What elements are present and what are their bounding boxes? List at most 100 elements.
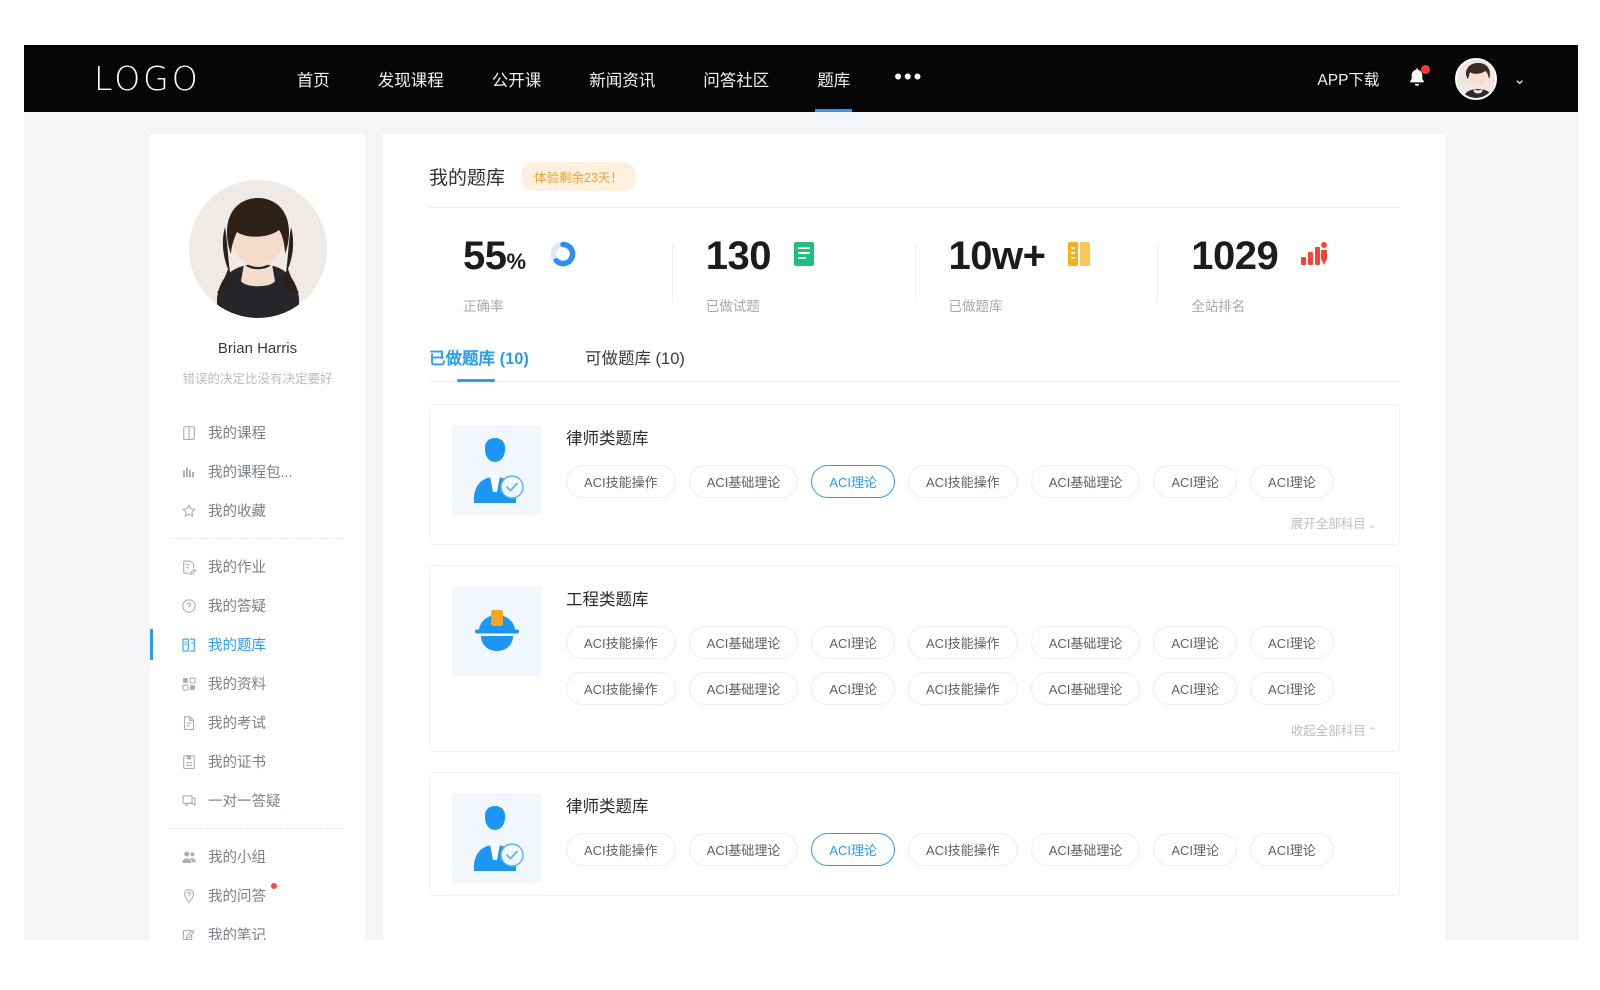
main-panel: 我的题库 体验剩余23天！ 55% 正确率 130 已做试题 10w+ (383, 134, 1446, 940)
nav-item-5[interactable]: 题库 (793, 45, 874, 112)
nav-item-2[interactable]: 公开课 (468, 45, 566, 112)
subject-tag[interactable]: ACI理论 (1250, 626, 1334, 659)
subject-tag[interactable]: ACI技能操作 (908, 465, 1018, 498)
subject-tag[interactable]: ACI基础理论 (689, 626, 799, 659)
green-paper-icon (793, 241, 815, 272)
card-thumbnail[interactable] (452, 425, 542, 515)
expand-subjects-link[interactable]: 收起全部科目⌃ (566, 718, 1377, 739)
subject-tag[interactable]: ACI基础理论 (689, 672, 799, 705)
card-title: 律师类题库 (566, 793, 1377, 817)
card-thumbnail[interactable] (452, 793, 542, 883)
donut-chart-icon (548, 239, 578, 269)
subject-tag[interactable]: ACI基础理论 (689, 833, 799, 866)
donut-chart-icon (548, 239, 578, 274)
stat-card-3: 1029 全站排名 (1157, 236, 1400, 315)
app-download-link[interactable]: APP下载 (1317, 68, 1379, 90)
stat-value-row: 1029 (1191, 236, 1400, 276)
subject-tag-row: ACI技能操作 ACI基础理论 ACI理论 ACI技能操作 ACI基础理论 ACI理论 AC… (566, 833, 1377, 866)
avatar[interactable] (1455, 58, 1497, 100)
sidebar-item-1[interactable]: 我的课程包... (150, 452, 365, 491)
profile-avatar[interactable] (189, 180, 327, 318)
sidebar-item-5[interactable]: 我的题库 (150, 625, 365, 664)
homework-icon (180, 558, 198, 576)
tab-1[interactable]: 可做题库 (10) (585, 345, 685, 382)
sidebar-item-7[interactable]: 我的考试 (150, 703, 365, 742)
files-icon (180, 675, 198, 693)
subject-tag[interactable]: ACI理论 (1153, 626, 1237, 659)
nav-item-4[interactable]: 问答社区 (679, 45, 793, 112)
site-logo[interactable]: LOGO (94, 59, 201, 98)
subject-tag[interactable]: ACI理论 (1250, 833, 1334, 866)
yellow-book-icon (1067, 241, 1091, 267)
nav-item-3[interactable]: 新闻资讯 (565, 45, 679, 112)
subject-tag[interactable]: ACI理论 (811, 465, 895, 498)
exam-paper-icon (180, 714, 198, 732)
chevron-up-icon: ⌃ (1368, 726, 1377, 738)
top-right-actions: APP下载 ⌄ (1317, 58, 1578, 100)
tab-label: 已做题库 (10) (429, 350, 529, 368)
stat-unit: % (507, 249, 526, 274)
expand-subjects-label: 收起全部科目 (1291, 724, 1366, 738)
sidebar-divider (170, 538, 343, 539)
subject-tag[interactable]: ACI基础理论 (1031, 465, 1141, 498)
question-bank-list: 律师类题库ACI技能操作ACI基础理论ACI理论ACI技能操作ACI基础理论AC… (429, 404, 1400, 896)
main-nav: 首页发现课程公开课新闻资讯问答社区题库 (273, 45, 875, 112)
notification-badge-dot (1421, 65, 1430, 74)
sidebar-item-10[interactable]: 我的小组 (150, 837, 365, 876)
subject-tag[interactable]: ACI技能操作 (566, 626, 676, 659)
question-circle-icon (180, 597, 198, 615)
homework-icon (180, 558, 198, 576)
chevron-down-icon: ⌄ (1368, 519, 1377, 531)
top-navigation-bar: LOGO 首页发现课程公开课新闻资讯问答社区题库 ••• APP下载 (24, 45, 1578, 112)
card-thumbnail[interactable] (452, 586, 542, 676)
stat-label: 正确率 (463, 295, 672, 315)
subject-tag[interactable]: ACI技能操作 (908, 626, 1018, 659)
sidebar-item-12[interactable]: 我的笔记 (150, 915, 365, 940)
subject-tag[interactable]: ACI技能操作 (566, 672, 676, 705)
certificate-icon (180, 753, 198, 771)
account-chevron-down-icon[interactable]: ⌄ (1513, 70, 1526, 88)
subject-tag[interactable]: ACI理论 (1153, 672, 1237, 705)
nav-item-0[interactable]: 首页 (273, 45, 354, 112)
subject-tag[interactable]: ACI理论 (1153, 833, 1237, 866)
sidebar-item-8[interactable]: 我的证书 (150, 742, 365, 781)
sidebar-item-3[interactable]: 我的作业 (150, 547, 365, 586)
tab-0[interactable]: 已做题库 (10) (429, 345, 529, 382)
subject-tag[interactable]: ACI基础理论 (1031, 672, 1141, 705)
subject-tag[interactable]: ACI基础理论 (1031, 833, 1141, 866)
subject-tag[interactable]: ACI基础理论 (1031, 626, 1141, 659)
chat-icon (180, 792, 198, 810)
tab-bar-divider (429, 381, 1400, 382)
subject-tag[interactable]: ACI理论 (811, 672, 895, 705)
subject-tag[interactable]: ACI理论 (811, 833, 895, 866)
profile-motto: 错误的决定比没有决定要好 (150, 368, 365, 387)
subject-tag[interactable]: ACI技能操作 (566, 465, 676, 498)
stat-card-1: 130 已做试题 (672, 236, 915, 315)
more-nav-icon[interactable]: ••• (874, 66, 943, 88)
subject-tag[interactable]: ACI理论 (1250, 465, 1334, 498)
subject-tag[interactable]: ACI技能操作 (908, 672, 1018, 705)
sidebar-item-0[interactable]: 我的课程 (150, 413, 365, 452)
sidebar-item-4[interactable]: 我的答疑 (150, 586, 365, 625)
sidebar-item-6[interactable]: 我的资料 (150, 664, 365, 703)
notification-bell-button[interactable] (1405, 66, 1429, 92)
stat-value: 10w+ (949, 236, 1046, 276)
sidebar-item-2[interactable]: 我的收藏 (150, 491, 365, 530)
subject-tag[interactable]: ACI理论 (1250, 672, 1334, 705)
book-icon (180, 424, 198, 442)
expand-subjects-link[interactable]: 展开全部科目⌄ (566, 511, 1377, 532)
subject-tag[interactable]: ACI理论 (1153, 465, 1237, 498)
nav-item-1[interactable]: 发现课程 (354, 45, 468, 112)
subject-tag[interactable]: ACI基础理论 (689, 465, 799, 498)
star-icon (180, 502, 198, 520)
subject-tag[interactable]: ACI技能操作 (566, 833, 676, 866)
stat-label: 已做试题 (706, 295, 915, 315)
subject-tag[interactable]: ACI理论 (811, 626, 895, 659)
question-bank-icon (180, 636, 198, 654)
certificate-icon (180, 753, 198, 771)
card-title: 工程类题库 (566, 586, 1377, 610)
sidebar-item-11[interactable]: 我的问答 (150, 876, 365, 915)
sidebar-item-9[interactable]: 一对一答疑 (150, 781, 365, 820)
sidebar-item-label: 我的收藏 (208, 500, 266, 521)
subject-tag[interactable]: ACI技能操作 (908, 833, 1018, 866)
